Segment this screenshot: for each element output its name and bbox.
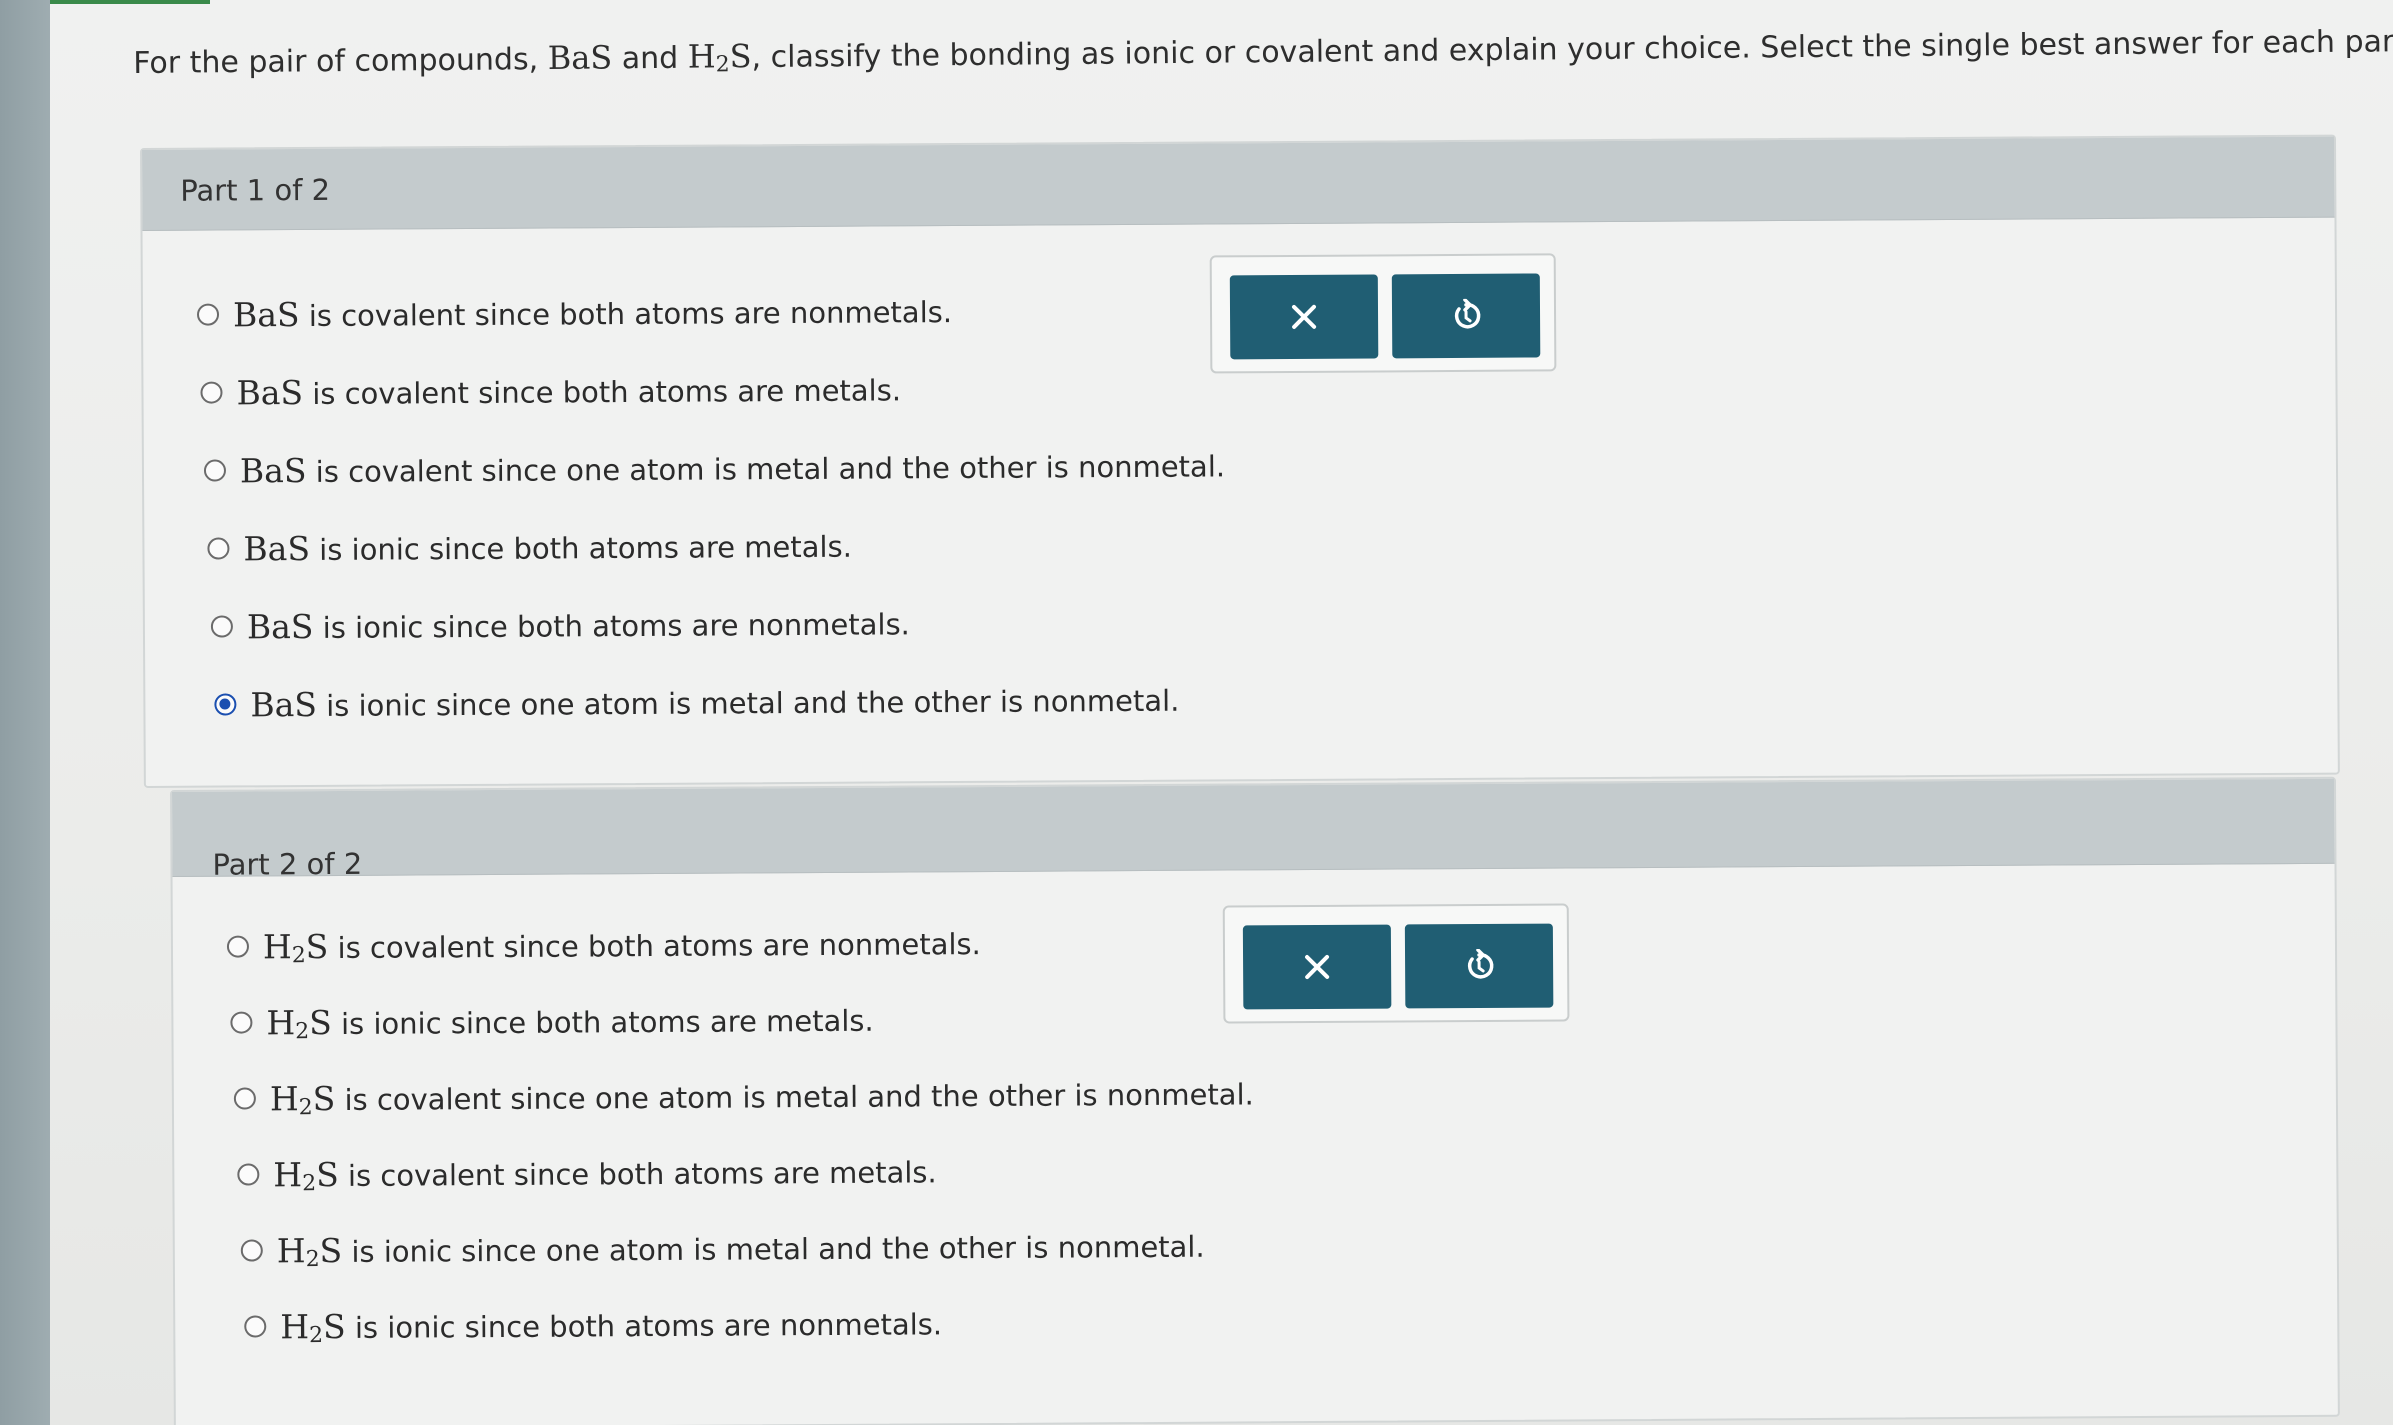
clear-answer-button[interactable] bbox=[1242, 924, 1392, 1010]
radio-button[interactable] bbox=[196, 303, 220, 326]
part-2-title: Part 2 of 2 bbox=[212, 846, 363, 882]
radio-button[interactable] bbox=[230, 1011, 253, 1034]
radio-button[interactable] bbox=[237, 1163, 260, 1186]
radio-button-selected[interactable] bbox=[214, 693, 237, 716]
part-1-action-buttons bbox=[1209, 253, 1557, 374]
part-1-title: Part 1 of 2 bbox=[180, 172, 331, 208]
part-2-option-1[interactable]: H2S is covalent since both atoms are non… bbox=[226, 917, 981, 972]
close-icon bbox=[1291, 304, 1317, 329]
question-connector: and bbox=[612, 40, 688, 77]
radio-button[interactable] bbox=[226, 935, 250, 958]
question-prefix: For the pair of compounds, bbox=[133, 42, 548, 81]
part-1-panel: Part 1 of 2 BaS is covalent since both a… bbox=[140, 134, 2340, 788]
radio-button[interactable] bbox=[210, 615, 233, 638]
part-2-option-4[interactable]: H2S is covalent since both atoms are met… bbox=[237, 1145, 937, 1199]
part-1-option-6[interactable]: BaS is ionic since one atom is metal and… bbox=[214, 674, 1179, 730]
part-2-option-6[interactable]: H2S is ionic since both atoms are nonmet… bbox=[244, 1297, 942, 1351]
reset-answer-button[interactable] bbox=[1391, 273, 1541, 359]
part-1-option-5[interactable]: BaS is ionic since both atoms are nonmet… bbox=[210, 597, 910, 651]
part-1-option-4[interactable]: BaS is ionic since both atoms are metals… bbox=[207, 520, 852, 574]
part-2-option-5[interactable]: H2S is ionic since one atom is metal and… bbox=[240, 1220, 1205, 1276]
undo-icon bbox=[1454, 298, 1481, 329]
undo-icon bbox=[1467, 948, 1494, 979]
radio-button[interactable] bbox=[240, 1239, 263, 1262]
radio-button[interactable] bbox=[233, 1087, 256, 1110]
top-accent-bar bbox=[50, 0, 210, 4]
part-2-action-buttons bbox=[1222, 903, 1570, 1024]
part-2-panel: Part 2 of 2 H2S is covalent since both a… bbox=[170, 776, 2340, 1425]
radio-button[interactable] bbox=[207, 537, 230, 560]
reset-answer-button[interactable] bbox=[1404, 923, 1554, 1009]
close-icon bbox=[1305, 954, 1330, 980]
part-1-option-3[interactable]: BaS is covalent since one atom is metal … bbox=[203, 439, 1225, 495]
part-1-option-2[interactable]: BaS is covalent since both atoms are met… bbox=[200, 363, 901, 417]
part-2-option-2[interactable]: H2S is ionic since both atoms are metals… bbox=[230, 994, 874, 1048]
part-2-header: Part 2 of 2 bbox=[172, 778, 2335, 882]
clear-answer-button[interactable] bbox=[1229, 274, 1379, 360]
compound-b: H2S bbox=[687, 37, 752, 78]
part-1-option-1[interactable]: BaS is covalent since both atoms are non… bbox=[196, 285, 952, 340]
radio-button[interactable] bbox=[203, 459, 227, 482]
radio-button[interactable] bbox=[200, 381, 223, 404]
radio-button[interactable] bbox=[244, 1315, 267, 1338]
compound-a: BaS bbox=[547, 38, 613, 78]
part-1-header: Part 1 of 2 bbox=[142, 136, 2335, 231]
part-2-option-3[interactable]: H2S is covalent since one atom is metal … bbox=[233, 1067, 1254, 1123]
